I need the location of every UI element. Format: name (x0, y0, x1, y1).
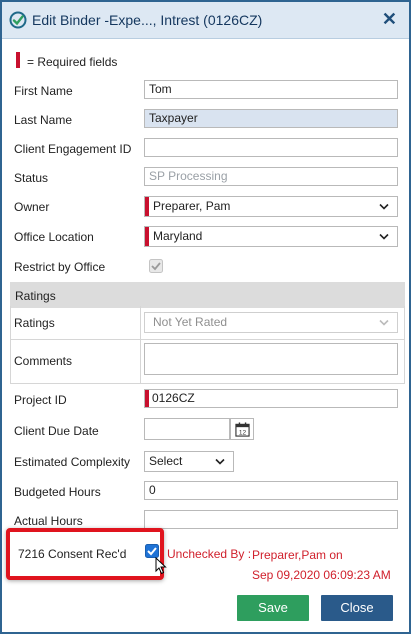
consent-status-prefix: Unchecked By : (167, 547, 252, 561)
office-location-label: Office Location (14, 230, 94, 244)
ratings-divider (10, 339, 405, 340)
first-name-label: First Name (14, 84, 73, 98)
client-engagement-id-label: Client Engagement ID (14, 142, 132, 156)
comments-label: Comments (14, 354, 73, 368)
estimated-complexity-value: Select (149, 454, 183, 468)
project-id-input[interactable]: 0126CZ (144, 389, 398, 408)
consent-label: 7216 Consent Rec'd (18, 547, 127, 561)
ratings-select: Not Yet Rated (144, 312, 398, 333)
chevron-down-icon (379, 203, 389, 210)
dialog-title: Edit Binder -Expe..., Intrest (0126CZ) (32, 12, 263, 28)
status-input: SP Processing (144, 167, 398, 186)
owner-select-value: Preparer, Pam (153, 199, 231, 213)
project-id-label: Project ID (14, 393, 67, 407)
project-id-value: 0126CZ (152, 391, 195, 405)
ratings-select-value: Not Yet Rated (153, 315, 228, 329)
client-due-date-label: Client Due Date (14, 424, 99, 438)
estimated-complexity-select[interactable]: Select (144, 451, 234, 472)
required-fields-note: = Required fields (27, 55, 118, 69)
calendar-button[interactable]: 12 (230, 418, 254, 440)
ratings-label: Ratings (14, 316, 55, 330)
dialog-titlebar: Edit Binder -Expe..., Intrest (0126CZ) ✕ (2, 2, 409, 39)
last-name-input[interactable]: Taxpayer (144, 109, 398, 128)
estimated-complexity-label: Estimated Complexity (14, 455, 131, 469)
check-circle-icon (9, 11, 27, 29)
restrict-by-office-checkbox[interactable] (149, 259, 163, 273)
svg-text:12: 12 (239, 430, 247, 437)
office-location-select[interactable]: Maryland (144, 226, 398, 247)
owner-select[interactable]: Preparer, Pam (144, 196, 398, 217)
close-button[interactable]: Close (321, 595, 393, 621)
calendar-icon: 12 (235, 422, 250, 437)
status-label: Status (14, 171, 49, 185)
owner-required-indicator (145, 197, 149, 216)
save-button[interactable]: Save (237, 595, 309, 621)
ratings-divider (10, 383, 405, 384)
ratings-section-header: Ratings (10, 282, 405, 308)
ratings-column-divider (10, 306, 11, 384)
office-location-required-indicator (145, 227, 149, 246)
client-due-date-input[interactable] (144, 418, 230, 440)
last-name-label: Last Name (14, 113, 73, 127)
close-icon[interactable]: ✕ (382, 9, 397, 30)
required-indicator (16, 52, 20, 68)
consent-status-user: Preparer,Pam on (252, 548, 343, 562)
budgeted-hours-label: Budgeted Hours (14, 485, 101, 499)
ratings-column-divider (140, 306, 141, 384)
actual-hours-label: Actual Hours (14, 514, 83, 528)
project-id-required-indicator (145, 390, 149, 407)
chevron-down-icon (379, 233, 389, 240)
first-name-input[interactable]: Tom (144, 80, 398, 99)
consent-status-date: Sep 09,2020 06:09:23 AM (252, 568, 391, 582)
restrict-by-office-label: Restrict by Office (14, 260, 106, 274)
chevron-down-icon (379, 319, 389, 326)
ratings-column-divider (404, 306, 405, 384)
ratings-section-title: Ratings (15, 289, 56, 303)
chevron-down-icon (215, 458, 225, 465)
owner-label: Owner (14, 200, 50, 214)
edit-binder-dialog: Edit Binder -Expe..., Intrest (0126CZ) ✕… (0, 0, 411, 634)
budgeted-hours-input[interactable]: 0 (144, 481, 398, 500)
mouse-pointer-icon (155, 556, 167, 575)
actual-hours-input[interactable] (144, 510, 398, 529)
comments-textarea[interactable] (144, 343, 398, 375)
client-engagement-id-input[interactable] (144, 138, 398, 157)
office-location-select-value: Maryland (153, 229, 203, 243)
